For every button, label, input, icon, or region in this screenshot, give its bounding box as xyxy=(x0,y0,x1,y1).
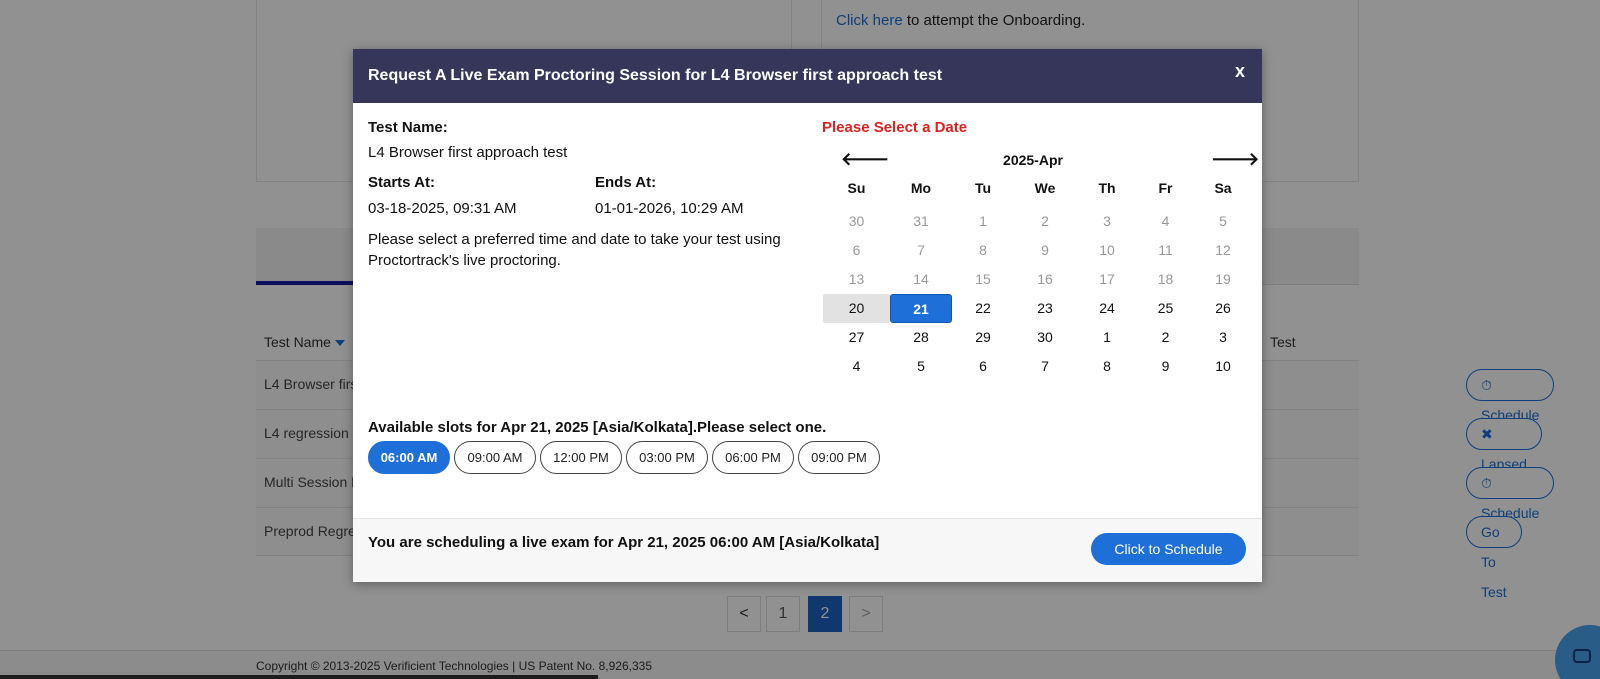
ends-at-label: Ends At: xyxy=(595,174,657,191)
calendar-day: 6 xyxy=(852,242,861,258)
calendar-day: 14 xyxy=(913,271,929,287)
weekday-label: Tu xyxy=(974,180,992,196)
test-name-value: L4 Browser first approach test xyxy=(368,144,568,161)
instruction-text: Please select a preferred time and date … xyxy=(368,231,781,269)
weekday-label: Mo xyxy=(910,180,932,196)
calendar-day: 31 xyxy=(913,213,929,229)
time-slot-button[interactable]: 03:00 PM xyxy=(626,441,708,474)
calendar-day: 30 xyxy=(848,213,865,229)
modal-title: Request A Live Exam Proctoring Session f… xyxy=(368,67,943,84)
calendar-day[interactable]: 24 xyxy=(1076,294,1138,323)
calendar-day[interactable]: 10 xyxy=(1193,352,1253,381)
calendar-day: 2 xyxy=(1041,213,1049,229)
calendar-day[interactable]: 28 xyxy=(890,323,952,352)
time-slot-list: 06:00 AM 09:00 AM 12:00 PM 03:00 PM 06:00 PM… xyxy=(368,441,880,474)
schedule-modal: Request A Live Exam Proctoring Session f… xyxy=(353,49,1262,582)
close-button[interactable]: x xyxy=(1235,61,1245,82)
calendar-day: 8 xyxy=(979,242,987,258)
calendar-day[interactable]: 7 xyxy=(1014,352,1076,381)
calendar-day: 13 xyxy=(848,271,865,287)
calendar-day: 3 xyxy=(1103,213,1111,229)
time-slot-button[interactable]: 09:00 PM xyxy=(798,441,880,474)
calendar-day[interactable]: 27 xyxy=(823,323,890,352)
calendar-day[interactable]: 20 xyxy=(823,294,890,323)
calendar-day: 11 xyxy=(1158,242,1173,258)
calendar-day: 17 xyxy=(1099,271,1115,287)
starts-at-label: Starts At: xyxy=(368,174,435,191)
calendar-day[interactable]: 8 xyxy=(1076,352,1138,381)
modal-header: Request A Live Exam Proctoring Session f… xyxy=(353,49,1262,103)
schedule-summary: You are scheduling a live exam for Apr 2… xyxy=(368,534,880,551)
time-slot-button[interactable]: 06:00 PM xyxy=(712,441,794,474)
calendar-day[interactable]: 4 xyxy=(823,352,890,381)
weekday-label: Sa xyxy=(1214,180,1232,196)
time-slot-button[interactable]: 12:00 PM xyxy=(540,441,622,474)
calendar-day: 15 xyxy=(975,271,991,287)
weekday-header: Su Mo Tu We Th Fr Sa xyxy=(823,180,1253,202)
calendar-day: 1 xyxy=(979,213,987,229)
calendar-day[interactable]: 22 xyxy=(952,294,1014,323)
calendar-day-selected[interactable]: 21 xyxy=(890,294,952,323)
calendar-day[interactable]: 30 xyxy=(1014,323,1076,352)
time-slot-button[interactable]: 09:00 AM xyxy=(454,441,536,474)
calendar-day: 12 xyxy=(1215,242,1231,258)
calendar-day[interactable]: 23 xyxy=(1014,294,1076,323)
calendar-day: 4 xyxy=(1161,213,1170,229)
calendar-day[interactable]: 29 xyxy=(952,323,1014,352)
starts-at-value: 03-18-2025, 09:31 AM xyxy=(368,200,517,217)
calendar-day: 9 xyxy=(1041,242,1049,258)
available-slots-label: Available slots for Apr 21, 2025 [Asia/K… xyxy=(368,419,827,436)
calendar-day: 5 xyxy=(1219,213,1227,229)
ends-at-value: 01-01-2026, 10:29 AM xyxy=(595,200,744,217)
weekday-label: We xyxy=(1034,180,1056,196)
weekday-label: Fr xyxy=(1158,180,1173,196)
calendar-day: 19 xyxy=(1215,271,1231,287)
calendar-day[interactable]: 5 xyxy=(890,352,952,381)
calendar-day[interactable]: 9 xyxy=(1138,352,1193,381)
calendar-day[interactable]: 1 xyxy=(1076,323,1138,352)
calendar-day: 7 xyxy=(917,242,925,258)
select-date-prompt: Please Select a Date xyxy=(822,119,968,136)
calendar-day: 10 xyxy=(1099,242,1115,258)
calendar-days: 30 31 1 2 3 4 5 6 7 8 9 10 11 12 13 14 15 16 17 18 19 20 21 22 2… xyxy=(823,207,1253,381)
calendar-day[interactable]: 2 xyxy=(1138,323,1193,352)
calendar-day[interactable]: 26 xyxy=(1193,294,1253,323)
calendar-day[interactable]: 3 xyxy=(1193,323,1253,352)
weekday-label: Th xyxy=(1098,180,1116,196)
test-name-label: Test Name: xyxy=(368,119,448,136)
calendar-day: 18 xyxy=(1157,271,1174,287)
calendar-day[interactable]: 6 xyxy=(952,352,1014,381)
calendar-day: 16 xyxy=(1037,271,1053,287)
arrow-left-icon[interactable]: 🡐 xyxy=(841,149,889,170)
click-to-schedule-button[interactable]: Click to Schedule xyxy=(1091,533,1246,565)
calendar-month-title: 2025-Apr xyxy=(1003,152,1063,168)
time-slot-button[interactable]: 06:00 AM xyxy=(368,441,450,474)
arrow-right-icon[interactable]: 🡒 xyxy=(1211,149,1259,170)
weekday-label: Su xyxy=(847,180,866,196)
calendar-day[interactable]: 25 xyxy=(1138,294,1193,323)
modal-footer: You are scheduling a live exam for Apr 2… xyxy=(353,518,1262,582)
